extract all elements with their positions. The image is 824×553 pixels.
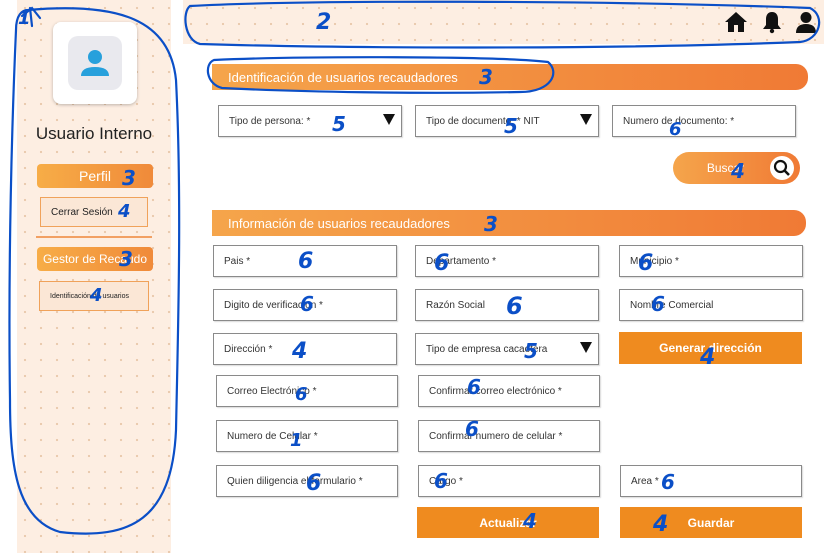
identificacion-usuarios-link[interactable]: Identificación de usuarios <box>39 281 149 311</box>
numero-celular-field[interactable]: Numero de Celular * <box>216 420 398 452</box>
buscar-button[interactable]: Buscar <box>673 152 800 184</box>
home-icon[interactable] <box>724 10 748 34</box>
tipo-documento-label: Tipo de documento: * NIT <box>426 115 540 127</box>
nombre-comercial-field[interactable]: Nombre Comercial <box>619 289 803 321</box>
pais-field[interactable]: Pais * <box>213 245 397 277</box>
section-informacion-title: Información de usuarios recaudadores <box>212 210 806 236</box>
confirmar-celular-field[interactable]: Confirmar numero de celular * <box>418 420 600 452</box>
user-avatar-icon <box>68 36 122 90</box>
user-icon[interactable] <box>794 10 818 34</box>
confirmar-correo-label: Confirmar correo electrónico * <box>429 385 562 397</box>
tipo-persona-label: Tipo de persona: * <box>229 115 311 127</box>
pais-label: Pais * <box>224 255 251 267</box>
guardar-button[interactable]: Guardar <box>620 507 802 538</box>
area-field[interactable]: Area * <box>620 465 802 497</box>
area-label: Area * <box>631 475 659 487</box>
section-identificacion-title: Identificación de usuarios recaudadores <box>212 64 808 90</box>
search-icon <box>770 156 794 180</box>
digito-verificacion-label: Digito de verificacion * <box>224 299 323 311</box>
chevron-down-icon <box>383 114 395 125</box>
departamento-field[interactable]: Departamento * <box>415 245 599 277</box>
sidebar-title: Usuario Interno <box>35 124 153 143</box>
razon-social-label: Razón Social <box>426 299 485 311</box>
departamento-label: Departamento * <box>426 255 497 267</box>
confirmar-correo-field[interactable]: Confirmar correo electrónico * <box>418 375 600 407</box>
gestor-recaudo-button[interactable]: Gestor de Recaudo <box>37 247 153 271</box>
municipio-label: Municipio * <box>630 255 679 267</box>
numero-documento-field[interactable]: Numero de documento: * <box>612 105 796 137</box>
tipo-empresa-select[interactable]: Tipo de empresa cacaotera <box>415 333 599 365</box>
cargo-label: Cargo * <box>429 475 463 487</box>
numero-celular-label: Numero de Celular * <box>227 430 318 442</box>
correo-label: Correo Electrónico * <box>227 385 317 397</box>
avatar[interactable] <box>53 22 137 104</box>
numero-documento-label: Numero de documento: * <box>623 115 735 127</box>
tipo-persona-select[interactable]: Tipo de persona: * <box>218 105 402 137</box>
perfil-button[interactable]: Perfil <box>37 164 153 188</box>
chevron-down-icon <box>580 342 592 353</box>
confirmar-celular-label: Confirmar numero de celular * <box>429 430 563 442</box>
bell-icon[interactable] <box>760 10 784 34</box>
tipo-empresa-label: Tipo de empresa cacaotera <box>426 343 548 355</box>
direccion-label: Dirección * <box>224 343 273 355</box>
chevron-down-icon <box>580 114 592 125</box>
cargo-field[interactable]: Cargo * <box>418 465 600 497</box>
razon-social-field[interactable]: Razón Social <box>415 289 599 321</box>
quien-diligencia-field[interactable]: Quien diligencia el formulario * <box>216 465 398 497</box>
buscar-label: Buscar <box>706 161 745 175</box>
actualizar-button[interactable]: Actualizar <box>417 507 599 538</box>
cerrar-sesion-button[interactable]: Cerrar Sesión <box>40 197 148 227</box>
generar-direccion-button[interactable]: Generar dirección <box>619 332 802 364</box>
direccion-field[interactable]: Dirección * <box>213 333 397 365</box>
correo-field[interactable]: Correo Electrónico * <box>216 375 398 407</box>
tipo-documento-select[interactable]: Tipo de documento: * NIT <box>415 105 599 137</box>
digito-verificacion-field[interactable]: Digito de verificacion * <box>213 289 397 321</box>
sidebar-divider <box>36 236 152 238</box>
nombre-comercial-label: Nombre Comercial <box>630 299 714 311</box>
quien-diligencia-label: Quien diligencia el formulario * <box>227 475 363 487</box>
municipio-field[interactable]: Municipio * <box>619 245 803 277</box>
